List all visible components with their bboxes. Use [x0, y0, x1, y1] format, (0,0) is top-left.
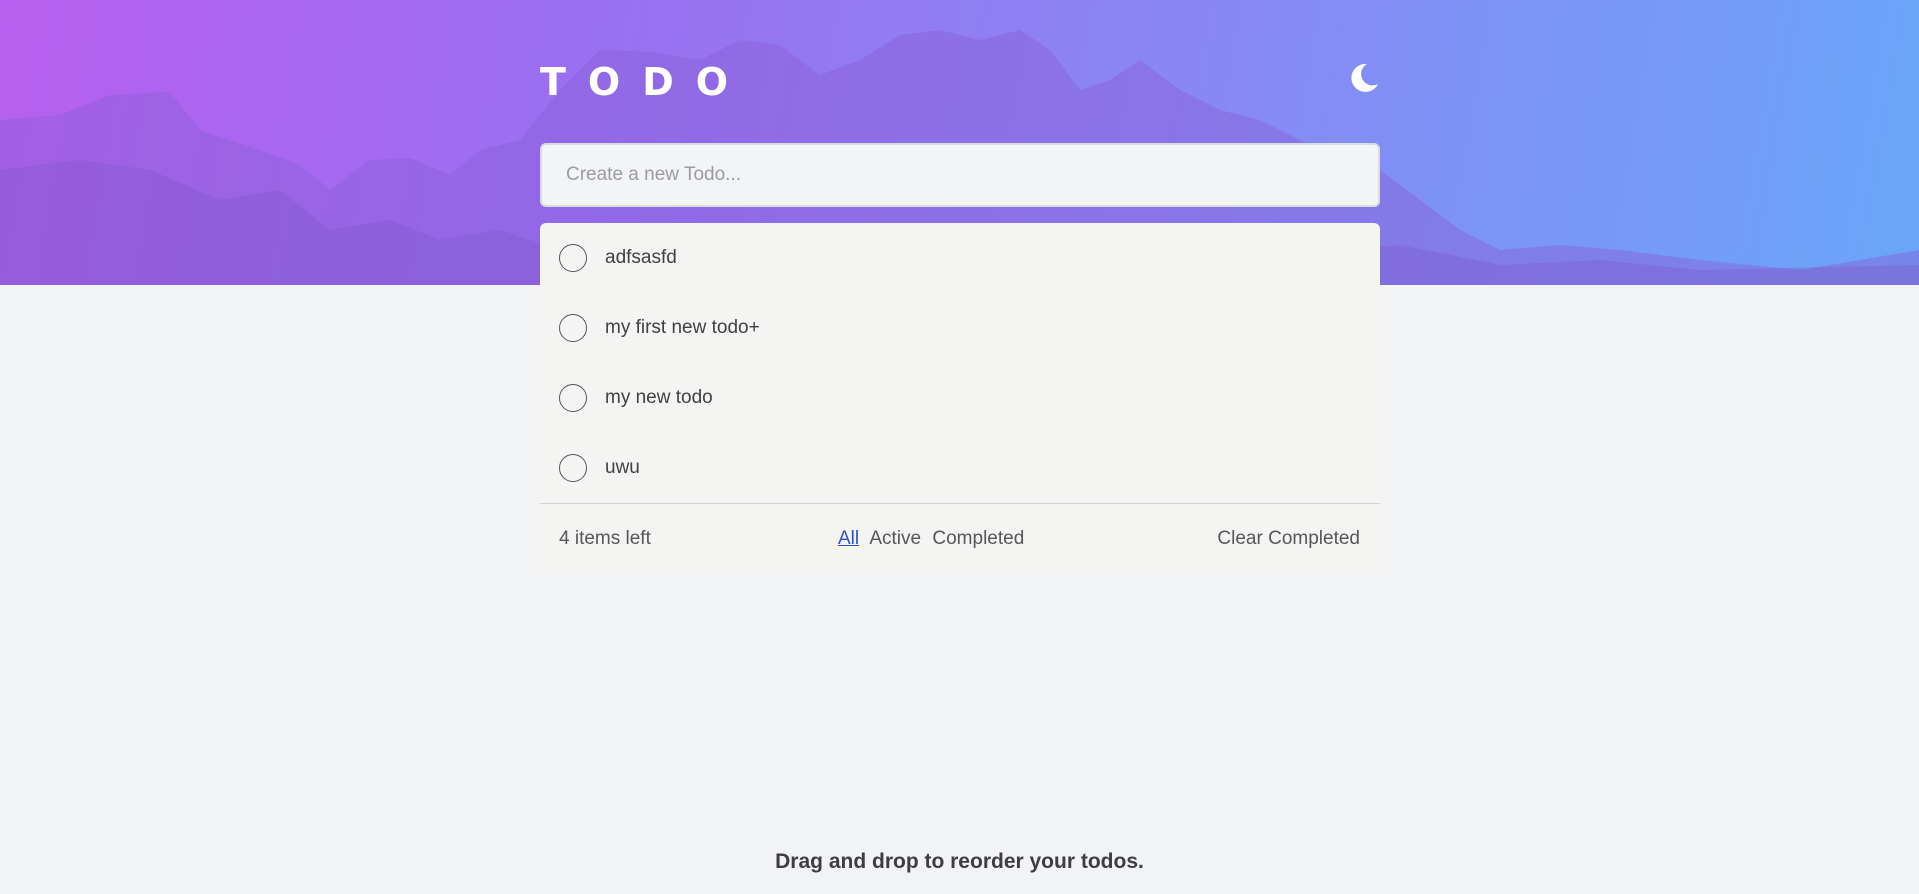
todo-item[interactable]: my new todo	[540, 363, 1380, 433]
todo-text: adfsasfd	[605, 247, 677, 268]
todo-list: adfsasfd my first new todo+ my new todo …	[540, 223, 1380, 571]
items-left-count: 4 items left	[559, 528, 651, 549]
filter-group: All Active Completed	[838, 528, 1030, 550]
todo-item[interactable]: adfsasfd	[540, 223, 1380, 293]
todo-text: my first new todo+	[605, 317, 760, 338]
filter-all[interactable]: All	[838, 528, 859, 549]
todo-footer: 4 items left All Active Completed Clear …	[540, 503, 1380, 571]
filter-completed[interactable]: Completed	[932, 528, 1024, 549]
todo-checkbox[interactable]	[559, 244, 587, 272]
app-title: TODO	[540, 60, 751, 104]
moon-icon	[1351, 63, 1378, 92]
new-todo-input[interactable]	[540, 143, 1380, 207]
todo-checkbox[interactable]	[559, 314, 587, 342]
todo-checkbox[interactable]	[559, 454, 587, 482]
todo-text: my new todo	[605, 387, 713, 408]
todo-text: uwu	[605, 457, 640, 478]
theme-toggle-button[interactable]	[1345, 60, 1381, 96]
todo-item[interactable]: my first new todo+	[540, 293, 1380, 363]
todo-checkbox[interactable]	[559, 384, 587, 412]
drag-drop-hint: Drag and drop to reorder your todos.	[775, 850, 1144, 873]
filter-active[interactable]: Active	[869, 528, 921, 549]
clear-completed-button[interactable]: Clear Completed	[1217, 528, 1360, 550]
todo-item[interactable]: uwu	[540, 433, 1380, 503]
